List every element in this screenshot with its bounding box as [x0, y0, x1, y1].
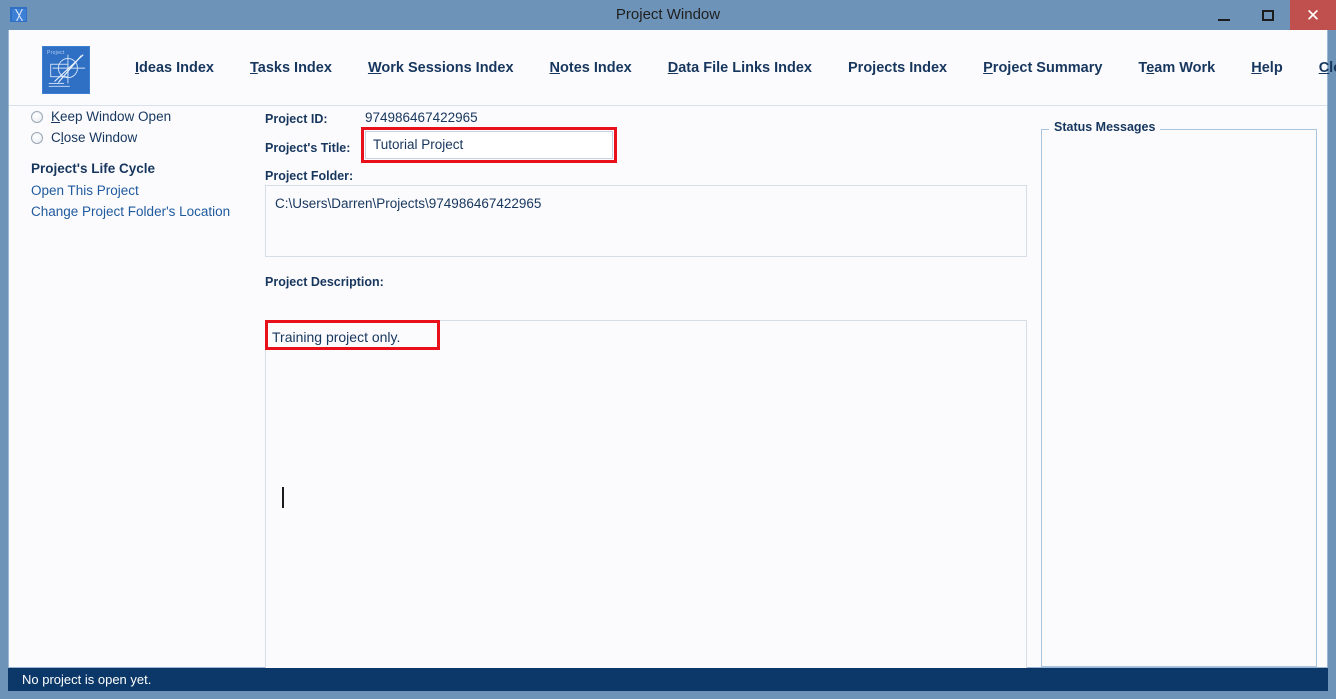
- menu-item-notes-index[interactable]: Notes Index: [532, 56, 650, 80]
- radio-label-keep-window-open: Keep Window Open: [51, 109, 172, 124]
- project-id-label: Project ID:: [265, 112, 328, 126]
- menu-item-data-file-links-index[interactable]: Data File Links Index: [650, 56, 830, 80]
- project-folder-label: Project Folder:: [265, 169, 354, 183]
- close-icon: ✕: [1305, 5, 1321, 25]
- client-area: Project Ideas Index Tasks Index Work Ses…: [8, 30, 1336, 691]
- project-description-text: Training project only.: [272, 329, 401, 345]
- radio-label-close-window: Close Window: [51, 130, 138, 145]
- status-messages-group: Status Messages: [1041, 120, 1317, 667]
- project-window: Project Window ✕ Project Ideas Index Tas…: [0, 0, 1336, 699]
- menu-item-help[interactable]: Help: [1233, 56, 1300, 80]
- project-app-icon: Project: [42, 46, 90, 94]
- close-button[interactable]: ✕: [1290, 0, 1336, 30]
- project-title-label: Project's Title:: [265, 141, 351, 155]
- sidebar-section-heading: Project's Life Cycle: [31, 161, 156, 176]
- menu-item-project-summary[interactable]: Project Summary: [965, 56, 1120, 80]
- menu-item-ideas-index[interactable]: Ideas Index: [117, 56, 232, 80]
- project-folder-value: C:\Users\Darren\Projects\974986467422965: [265, 185, 1027, 257]
- status-bar: No project is open yet.: [8, 668, 1328, 691]
- menu-bar: Project Ideas Index Tasks Index Work Ses…: [9, 30, 1336, 106]
- sidebar-link-open-this-project[interactable]: Open This Project: [31, 183, 139, 198]
- radio-keep-window-open[interactable]: Keep Window Open: [31, 109, 171, 124]
- window-title: Project Window: [615, 6, 721, 23]
- menu-item-team-work[interactable]: Team Work: [1120, 56, 1233, 80]
- radio-icon: [31, 131, 43, 144]
- menu-item-work-sessions-index[interactable]: Work Sessions Index: [350, 56, 532, 80]
- status-messages-box[interactable]: [1041, 129, 1317, 667]
- status-messages-legend: Status Messages: [1049, 120, 1161, 134]
- project-id-value: 974986467422965: [365, 110, 478, 125]
- window-controls: ✕: [1202, 0, 1336, 30]
- sidebar-link-change-project-folder-location[interactable]: Change Project Folder's Location: [31, 204, 230, 219]
- maximize-button[interactable]: [1246, 0, 1290, 30]
- project-description-input[interactable]: Training project only.: [265, 320, 1027, 691]
- project-title-input[interactable]: Tutorial Project: [365, 131, 613, 159]
- menu-item-projects-index[interactable]: Projects Index: [830, 56, 965, 80]
- radio-icon: [31, 110, 43, 123]
- minimize-button[interactable]: [1202, 0, 1246, 30]
- menu-items: Ideas Index Tasks Index Work Sessions In…: [117, 30, 1336, 106]
- menu-item-tasks-index[interactable]: Tasks Index: [232, 56, 350, 80]
- project-form: Project ID: 974986467422965 Project's Ti…: [257, 107, 1047, 691]
- title-bar: Project Window ✕: [0, 0, 1336, 30]
- radio-close-window[interactable]: Close Window: [31, 130, 137, 145]
- app-icon-artwork: [48, 54, 86, 87]
- menu-item-close-program[interactable]: Close Program: [1301, 56, 1336, 80]
- sidebar: Keep Window Open Close Window Project's …: [9, 107, 257, 667]
- text-caret: [282, 487, 284, 508]
- project-description-label: Project Description:: [265, 275, 384, 289]
